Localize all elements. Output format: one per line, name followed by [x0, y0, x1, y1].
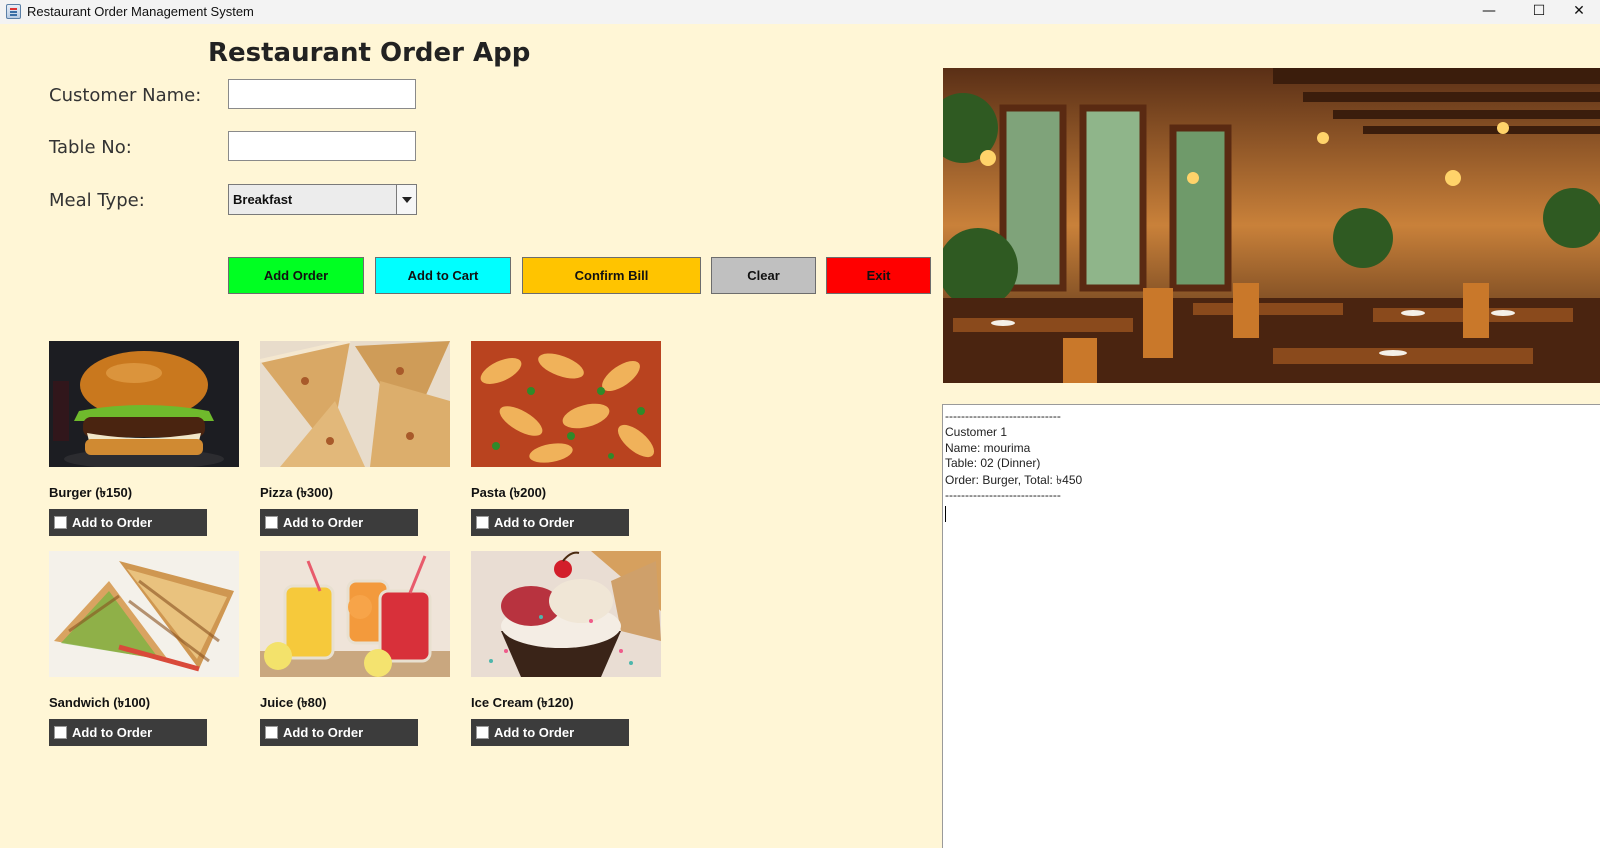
- meal-type-label: Meal Type:: [49, 190, 145, 211]
- add-to-order-pasta[interactable]: Add to Order: [471, 509, 629, 536]
- checkbox-icon[interactable]: [476, 726, 489, 739]
- bill-line: -----------------------------: [945, 487, 1061, 502]
- pasta-photo: [471, 341, 661, 467]
- add-to-order-label: Add to Order: [72, 515, 153, 530]
- add-order-button[interactable]: Add Order: [228, 257, 364, 294]
- chevron-down-icon[interactable]: [396, 185, 416, 214]
- food-name-burger: Burger (৳150): [49, 485, 133, 500]
- bill-line: -----------------------------: [945, 409, 1061, 423]
- restaurant-interior-photo: [943, 68, 1600, 383]
- add-to-order-label: Add to Order: [494, 725, 575, 740]
- meal-type-select[interactable]: Breakfast: [228, 184, 417, 215]
- checkbox-icon[interactable]: [54, 516, 67, 529]
- juice-photo: [260, 551, 450, 677]
- java-app-icon: [6, 4, 21, 19]
- title-bar: Restaurant Order Management System — ☐ ✕: [0, 0, 1600, 24]
- pizza-photo: [260, 341, 450, 467]
- table-no-label: Table No:: [49, 137, 132, 158]
- food-name-ice-cream: Ice Cream (৳120): [471, 695, 574, 710]
- table-no-input[interactable]: [228, 131, 416, 161]
- checkbox-icon[interactable]: [265, 516, 278, 529]
- add-to-order-label: Add to Order: [72, 725, 153, 740]
- burger-photo: [49, 341, 239, 467]
- bill-line: Order: Burger, Total: ৳450: [945, 473, 1083, 488]
- add-to-order-label: Add to Order: [494, 515, 575, 530]
- bill-text-area[interactable]: ----------------------------- Customer 1…: [942, 404, 1600, 848]
- add-to-order-label: Add to Order: [283, 515, 364, 530]
- add-to-order-juice[interactable]: Add to Order: [260, 719, 418, 746]
- minimize-icon[interactable]: —: [1466, 0, 1512, 24]
- food-name-pizza: Pizza (৳300): [260, 485, 333, 500]
- bill-line: Customer 1: [945, 424, 1008, 439]
- add-to-order-ice-cream[interactable]: Add to Order: [471, 719, 629, 746]
- confirm-bill-button[interactable]: Confirm Bill: [522, 257, 701, 294]
- window-title: Restaurant Order Management System: [27, 4, 254, 19]
- customer-name-label: Customer Name:: [49, 85, 202, 106]
- clear-button[interactable]: Clear: [711, 257, 816, 294]
- ice-cream-photo: [471, 551, 661, 677]
- exit-button[interactable]: Exit: [826, 257, 931, 294]
- add-to-order-sandwich[interactable]: Add to Order: [49, 719, 207, 746]
- meal-type-value: Breakfast: [233, 192, 293, 207]
- close-icon[interactable]: ✕: [1556, 0, 1600, 24]
- add-to-order-burger[interactable]: Add to Order: [49, 509, 207, 536]
- add-to-cart-button[interactable]: Add to Cart: [375, 257, 511, 294]
- bill-line: Name: mourima: [945, 440, 1031, 455]
- food-name-sandwich: Sandwich (৳100): [49, 695, 151, 710]
- add-to-order-pizza[interactable]: Add to Order: [260, 509, 418, 536]
- customer-name-input[interactable]: [228, 79, 416, 109]
- add-to-order-label: Add to Order: [283, 725, 364, 740]
- app-title: Restaurant Order App: [208, 38, 531, 68]
- checkbox-icon[interactable]: [265, 726, 278, 739]
- food-name-juice: Juice (৳80): [260, 695, 327, 710]
- sandwich-photo: [49, 551, 239, 677]
- text-caret: [945, 505, 946, 522]
- checkbox-icon[interactable]: [476, 516, 489, 529]
- bill-line: Table: 02 (Dinner): [945, 456, 1041, 471]
- food-name-pasta: Pasta (৳200): [471, 485, 547, 500]
- checkbox-icon[interactable]: [54, 726, 67, 739]
